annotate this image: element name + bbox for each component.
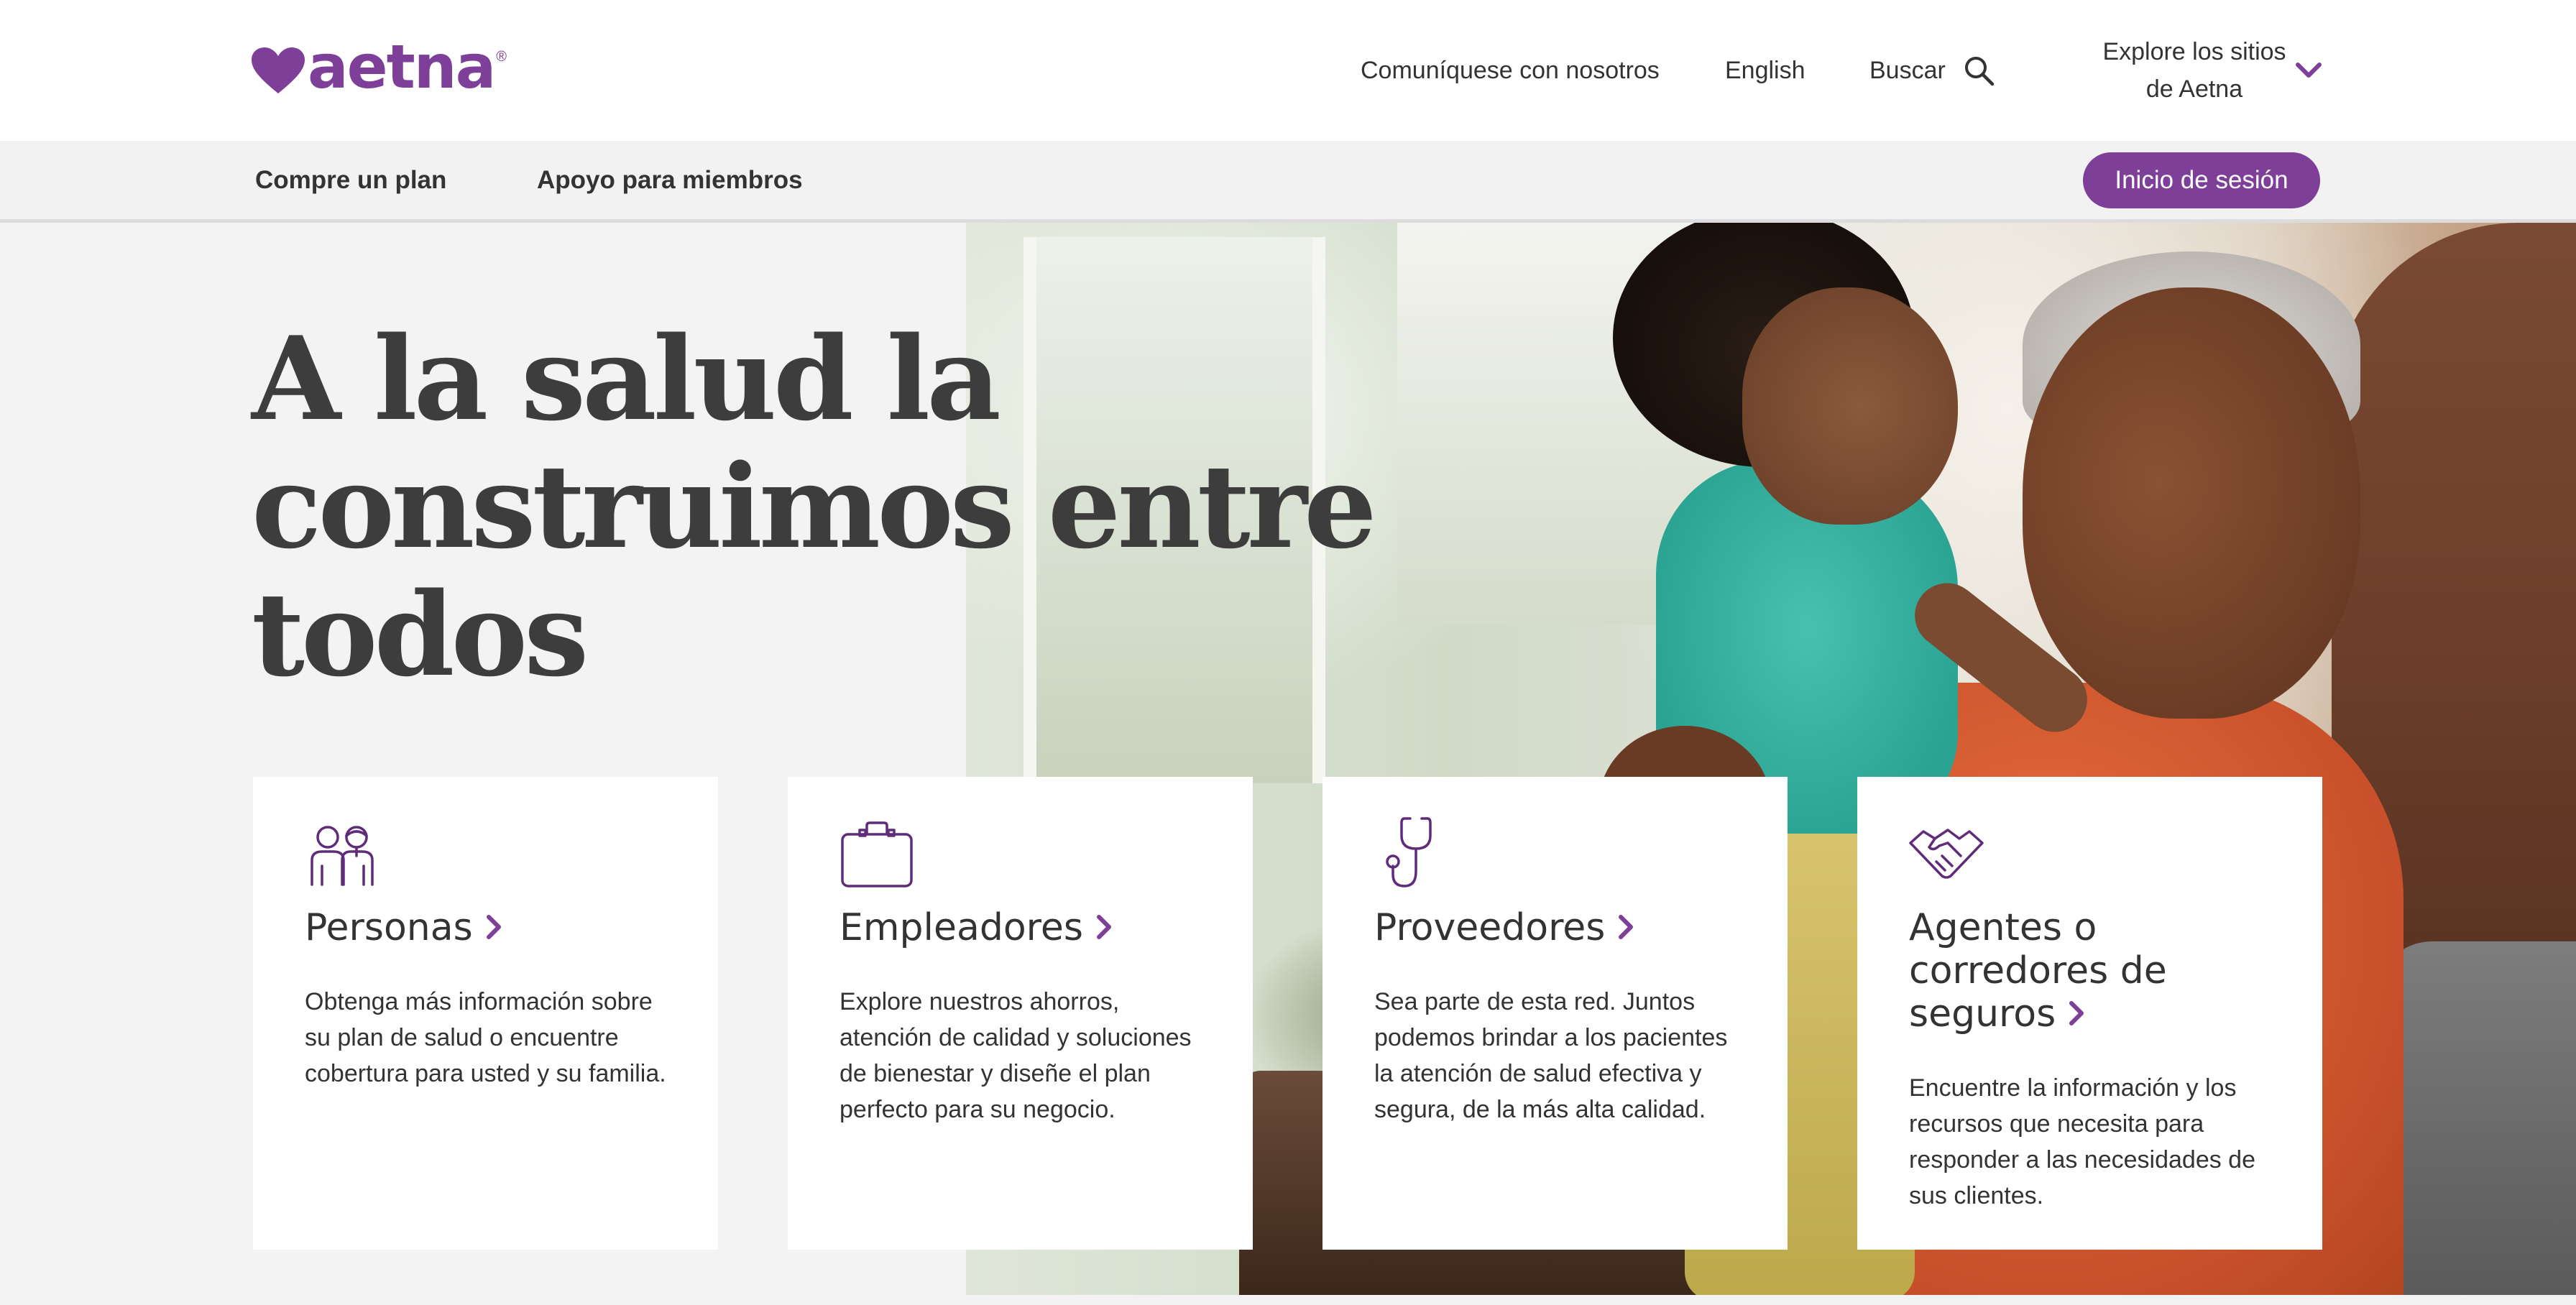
- card-description: Sea parte de esta red. Juntos podemos br…: [1374, 988, 1728, 1123]
- photo-baby-face: [1742, 287, 1958, 525]
- headline-line: todos: [252, 567, 589, 702]
- photo-man-shirt: [2375, 941, 2576, 1295]
- logo-wordmark: aetna: [308, 32, 496, 102]
- card-empleadores[interactable]: Empleadores Explore nuestros ahorros, at…: [788, 777, 1253, 1250]
- chevron-down-icon[interactable]: [2295, 57, 2322, 82]
- search-button[interactable]: Buscar: [1869, 0, 1995, 141]
- explore-sites-label: Explore los sitios de Aetna: [2102, 38, 2286, 103]
- card-proveedores[interactable]: Proveedores Sea parte de esta red. Junto…: [1322, 777, 1788, 1250]
- nav-member-support[interactable]: Apoyo para miembros: [537, 141, 803, 219]
- card-title-link[interactable]: Empleadores: [840, 906, 1213, 949]
- aetna-logo[interactable]: aetna ®: [252, 37, 507, 98]
- card-title-text: Proveedores: [1374, 906, 1606, 949]
- search-label: Buscar: [1869, 56, 1946, 84]
- language-link[interactable]: English: [1725, 0, 1806, 141]
- chevron-right-icon: [1096, 915, 1111, 939]
- chevron-right-icon: [486, 915, 501, 939]
- card-title-text: Personas: [305, 906, 473, 949]
- card-personas[interactable]: Personas Obtenga más información sobre s…: [253, 777, 718, 1250]
- site-header: aetna ® Comuníquese con nosotros English…: [0, 0, 2576, 141]
- stethoscope-icon: [1386, 817, 1432, 887]
- headline-line: A la salud la: [252, 311, 1001, 446]
- chevron-right-icon: [1619, 915, 1634, 939]
- login-button[interactable]: Inicio de sesión: [2083, 152, 2320, 208]
- card-title-text: Agentes o: [1909, 906, 2097, 949]
- handshake-icon: [1909, 829, 1984, 879]
- card-description: Obtenga más información sobre su plan de…: [305, 988, 666, 1087]
- headline-line: construimos entre: [252, 439, 1377, 574]
- card-title-text: seguros: [1909, 992, 2056, 1036]
- chevron-right-icon: [2069, 1001, 2084, 1025]
- card-agentes[interactable]: Agentes o corredores de seguros Encuentr…: [1857, 777, 2322, 1250]
- briefcase-icon: [841, 821, 913, 887]
- card-title-link[interactable]: Agentes o corredores de seguros: [1909, 906, 2283, 1036]
- secondary-nav: Compre un plan Apoyo para miembros Inici…: [0, 141, 2576, 223]
- card-description: Encuentre la información y los recursos …: [1909, 1074, 2255, 1209]
- card-title-link[interactable]: Proveedores: [1374, 906, 1748, 949]
- explore-sites-dropdown[interactable]: Explore los sitios de Aetna: [2061, 32, 2327, 109]
- card-title-text: corredores de: [1909, 949, 2167, 992]
- people-icon: [310, 826, 374, 886]
- card-title-text: Empleadores: [840, 906, 1083, 949]
- card-title-link[interactable]: Personas: [305, 906, 678, 949]
- photo-woman-face: [2023, 287, 2360, 719]
- registered-mark: ®: [496, 49, 507, 65]
- nav-buy-plan[interactable]: Compre un plan: [255, 141, 446, 219]
- search-icon: [1964, 57, 1995, 86]
- heart-icon: [252, 47, 305, 93]
- hero-headline: A la salud la construimos entre todos: [252, 311, 1377, 702]
- card-description: Explore nuestros ahorros, atención de ca…: [840, 988, 1192, 1123]
- contact-link[interactable]: Comuníquese con nosotros: [1361, 0, 1660, 141]
